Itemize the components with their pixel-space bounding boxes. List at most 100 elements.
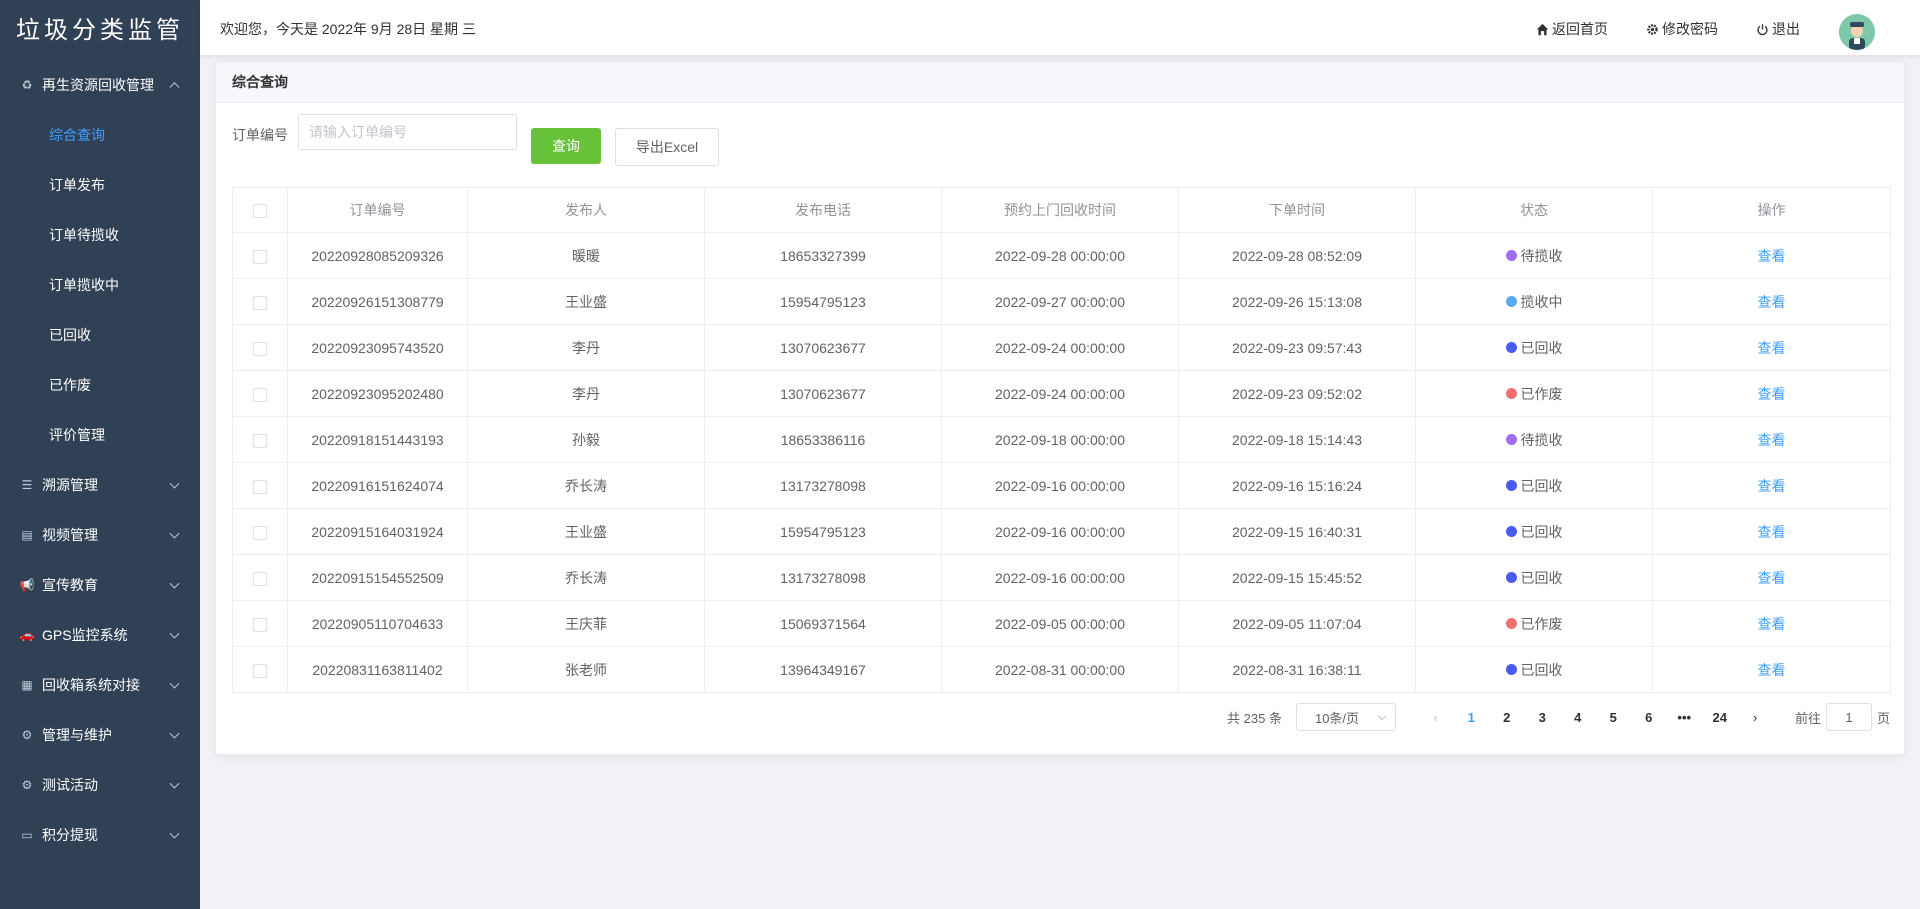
sidebar-menu-3[interactable]: 📢 宣传教育 xyxy=(0,560,200,610)
row-checkbox[interactable] xyxy=(253,617,267,632)
sidebar-menu-2[interactable]: ▤ 视频管理 xyxy=(0,510,200,560)
sidebar-menu-5[interactable]: ▦ 回收箱系统对接 xyxy=(0,660,200,710)
phone-cell: 13070623677 xyxy=(704,324,942,371)
view-link[interactable]: 查看 xyxy=(1758,248,1786,264)
sidebar-menu-6[interactable]: ⚙ 管理与维护 xyxy=(0,710,200,760)
table-row: 20220915154552509 乔长涛 13173278098 2022-09-1… xyxy=(232,554,1891,601)
page-button[interactable]: 1 xyxy=(1453,703,1489,731)
status-badge: 待揽收 xyxy=(1505,246,1563,266)
sidebar-subitem-0[interactable]: 综合查询 xyxy=(0,110,200,160)
page-button[interactable]: 4 xyxy=(1560,703,1596,731)
view-link[interactable]: 查看 xyxy=(1758,340,1786,356)
action-cell: 查看 xyxy=(1652,462,1891,509)
view-link[interactable]: 查看 xyxy=(1758,294,1786,310)
next-page-button[interactable]: › xyxy=(1737,703,1773,731)
page-jump: 前往 页 xyxy=(1795,703,1890,731)
sidebar-menu-label: 测试活动 xyxy=(42,777,98,793)
sidebar-subitem-1[interactable]: 订单发布 xyxy=(0,160,200,210)
status-cell: 已回收 xyxy=(1415,646,1653,693)
home-link[interactable]: 返回首页 xyxy=(1536,19,1608,39)
change-password-link[interactable]: 修改密码 xyxy=(1646,19,1718,39)
row-checkbox[interactable] xyxy=(253,341,267,356)
publisher-cell: 王业盛 xyxy=(467,508,705,555)
order-time-cell: 2022-09-18 15:14:43 xyxy=(1178,416,1416,463)
row-checkbox[interactable] xyxy=(253,571,267,586)
order-no-input[interactable] xyxy=(298,114,517,150)
page-button[interactable]: 2 xyxy=(1489,703,1525,731)
order-no-cell: 20220905110704633 xyxy=(287,600,468,647)
table-row: 20220926151308779 王业盛 15954795123 2022-09-2… xyxy=(232,278,1891,325)
sidebar-menu-1[interactable]: ☰ 溯源管理 xyxy=(0,460,200,510)
box-icon: ▦ xyxy=(21,678,33,692)
pagination: 共 235 条 10条/页 ‹ 123456•••24 › 前往 页 xyxy=(1227,702,1890,732)
export-excel-button[interactable]: 导出Excel xyxy=(615,128,719,166)
row-select-cell xyxy=(232,324,288,371)
view-link[interactable]: 查看 xyxy=(1758,386,1786,402)
view-link[interactable]: 查看 xyxy=(1758,570,1786,586)
prev-page-button[interactable]: ‹ xyxy=(1418,703,1454,731)
gear-icon: ⚙ xyxy=(21,728,33,742)
status-dot xyxy=(1505,434,1517,445)
view-link[interactable]: 查看 xyxy=(1758,524,1786,540)
logout-link[interactable]: 退出 xyxy=(1756,19,1800,39)
page-size-select[interactable]: 10条/页 xyxy=(1295,703,1396,731)
sidebar-subitem-3[interactable]: 订单揽收中 xyxy=(0,260,200,310)
status-badge: 已作废 xyxy=(1505,384,1563,404)
view-link[interactable]: 查看 xyxy=(1758,478,1786,494)
header-actions: 返回首页 修改密码 退出 xyxy=(1536,0,1800,58)
query-button[interactable]: 查询 xyxy=(531,128,601,164)
recycle-icon: ♻ xyxy=(21,78,33,92)
select-all-checkbox[interactable] xyxy=(253,204,267,219)
row-checkbox[interactable] xyxy=(253,295,267,310)
sidebar-subitem-2[interactable]: 订单待揽收 xyxy=(0,210,200,260)
view-link[interactable]: 查看 xyxy=(1758,616,1786,632)
status-dot xyxy=(1505,572,1517,583)
page-button[interactable]: 24 xyxy=(1702,703,1738,731)
sidebar-subitem-label: 已回收 xyxy=(49,327,91,343)
chevron-down-icon xyxy=(169,728,180,739)
row-checkbox[interactable] xyxy=(253,479,267,494)
document-icon: ▤ xyxy=(21,528,33,542)
status-text: 已回收 xyxy=(1520,339,1563,356)
view-link[interactable]: 查看 xyxy=(1758,432,1786,448)
publisher-cell: 李丹 xyxy=(467,324,705,371)
table-row: 20220831163811402 张老师 13964349167 2022-08-3… xyxy=(232,646,1891,693)
card-title: 综合查询 xyxy=(216,62,1904,103)
row-checkbox[interactable] xyxy=(253,663,267,678)
sidebar-subitem-5[interactable]: 已作废 xyxy=(0,360,200,410)
table-row: 20220918151443193 孙毅 18653386116 2022-09-18… xyxy=(232,416,1891,463)
status-dot xyxy=(1505,296,1517,307)
change-password-label: 修改密码 xyxy=(1662,21,1718,37)
page-button[interactable]: 6 xyxy=(1631,703,1667,731)
sidebar: 垃圾分类监管 ♻ 再生资源回收管理 综合查询 订单发布 订单待揽收 订单揽收中已回收已作废… xyxy=(0,0,200,909)
page-button[interactable]: 3 xyxy=(1524,703,1560,731)
sidebar-menu-8[interactable]: ▭ 积分提现 xyxy=(0,810,200,860)
sidebar-menu-4[interactable]: 🚗 GPS监控系统 xyxy=(0,610,200,660)
table-row: 20220916151624074 乔长涛 13173278098 2022-09-1… xyxy=(232,462,1891,509)
row-checkbox[interactable] xyxy=(253,525,267,540)
view-link[interactable]: 查看 xyxy=(1758,662,1786,678)
row-select-cell xyxy=(232,278,288,325)
action-cell: 查看 xyxy=(1652,370,1891,417)
page-button[interactable]: 5 xyxy=(1595,703,1631,731)
order-no-cell: 20220915164031924 xyxy=(287,508,468,555)
avatar[interactable] xyxy=(1839,14,1875,50)
order-no-cell: 20220923095202480 xyxy=(287,370,468,417)
megaphone-icon: 📢 xyxy=(19,578,35,592)
row-checkbox[interactable] xyxy=(253,433,267,448)
page-jump-input[interactable] xyxy=(1825,703,1872,731)
sidebar-menu-7[interactable]: ⚙ 测试活动 xyxy=(0,760,200,810)
status-cell: 已作废 xyxy=(1415,370,1653,417)
row-checkbox[interactable] xyxy=(253,249,267,264)
row-checkbox[interactable] xyxy=(253,387,267,402)
status-dot xyxy=(1505,618,1517,629)
gear-icon: ⚙ xyxy=(21,778,33,792)
sidebar-menu-label: GPS监控系统 xyxy=(42,627,128,643)
app-logo: 垃圾分类监管 xyxy=(16,16,184,44)
sidebar-menu-0[interactable]: ♻ 再生资源回收管理 xyxy=(0,60,200,110)
sidebar-subitem-6[interactable]: 评价管理 xyxy=(0,410,200,460)
status-cell: 已回收 xyxy=(1415,324,1653,371)
page-ellipsis-button[interactable]: ••• xyxy=(1666,703,1702,731)
sidebar-subitem-4[interactable]: 已回收 xyxy=(0,310,200,360)
order-time-cell: 2022-09-05 11:07:04 xyxy=(1178,600,1416,647)
